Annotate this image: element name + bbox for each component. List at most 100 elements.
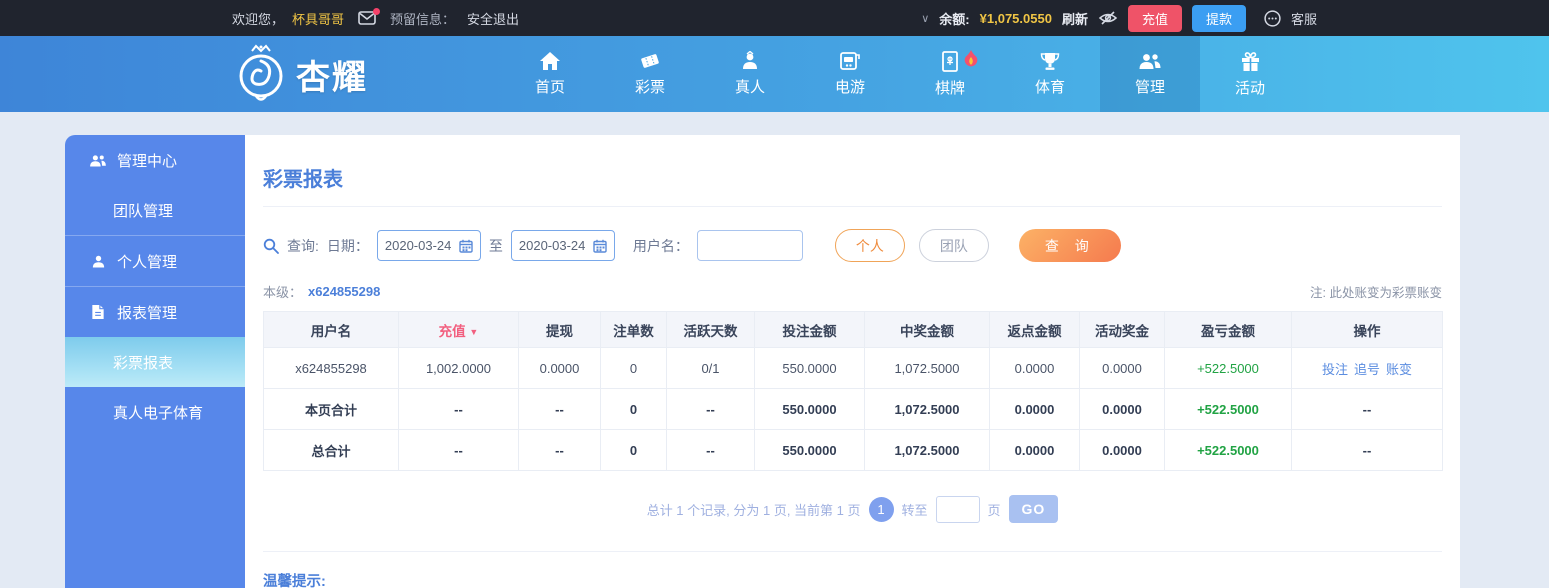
home-icon bbox=[539, 51, 561, 71]
table-row-user: x624855298 1,002.0000 0.0000 0 0/1 550.0… bbox=[263, 347, 1443, 389]
pagination: 总计 1 个记录, 分为 1 页, 当前第 1 页 1 转至 页 GO bbox=[263, 495, 1442, 523]
nav-item-lottery[interactable]: 彩票 bbox=[600, 36, 700, 112]
query-submit-button[interactable]: 查 询 bbox=[1018, 229, 1121, 262]
slot-machine-icon bbox=[839, 51, 861, 71]
goto-label: 转至 bbox=[901, 502, 928, 518]
sort-caret-icon: ▼ bbox=[469, 326, 479, 337]
bottom-divider bbox=[263, 551, 1442, 552]
live-person-icon bbox=[740, 51, 760, 71]
title-divider bbox=[263, 206, 1442, 207]
nav-item-home[interactable]: 首页 bbox=[500, 36, 600, 112]
table-row-page-total: 本页合计 -- -- 0 -- 550.0000 1,072.5000 0.00… bbox=[263, 388, 1443, 430]
eye-slash-icon[interactable] bbox=[1098, 10, 1118, 26]
sidebar-item-manage-center[interactable]: 管理中心 bbox=[65, 135, 245, 185]
col-active-days: 活跃天数 bbox=[666, 311, 755, 348]
calendar-icon[interactable] bbox=[593, 239, 607, 253]
to-label: 至 bbox=[488, 237, 503, 254]
bet-detail-link[interactable]: 投注 bbox=[1322, 362, 1348, 377]
mahjong-icon bbox=[942, 50, 958, 72]
gift-icon bbox=[1240, 51, 1261, 72]
main-nav: 首页 彩票 真人 电游 棋牌 体育 管理 活动 bbox=[500, 36, 1300, 112]
calendar-icon[interactable] bbox=[459, 239, 473, 253]
username-label: 用户名： bbox=[632, 237, 689, 254]
logo-emblem-icon bbox=[232, 43, 290, 105]
nav-item-chess[interactable]: 棋牌 bbox=[900, 36, 1000, 112]
welcome-text: 欢迎您， bbox=[232, 11, 285, 27]
username-input[interactable] bbox=[696, 230, 803, 261]
date-to-input[interactable] bbox=[518, 238, 591, 253]
users-icon bbox=[89, 153, 107, 168]
date-from-input[interactable] bbox=[384, 238, 457, 253]
table-row-grand-total: 总合计 -- -- 0 -- 550.0000 1,072.5000 0.000… bbox=[263, 429, 1443, 471]
query-label: 查询: bbox=[287, 237, 319, 254]
balance-value: ¥1,075.0550 bbox=[979, 10, 1052, 26]
site-logo[interactable]: 杏耀 bbox=[232, 43, 368, 105]
col-bet-amount: 投注金额 bbox=[754, 311, 865, 348]
date-to-box bbox=[510, 230, 615, 261]
customer-service-link[interactable]: 客服 bbox=[1291, 9, 1317, 28]
navbar: 杏耀 首页 彩票 真人 电游 棋牌 体育 管理 活动 bbox=[0, 36, 1549, 112]
search-icon bbox=[263, 238, 279, 254]
personal-filter-button[interactable]: 个人 bbox=[834, 229, 905, 262]
balance-label: 余额: bbox=[939, 11, 970, 27]
reserved-info-label: 预留信息： bbox=[390, 11, 456, 27]
sidebar-item-report-manage[interactable]: 报表管理 bbox=[65, 287, 245, 337]
ticket-icon bbox=[639, 51, 661, 71]
nav-item-manage[interactable]: 管理 bbox=[1100, 36, 1200, 112]
col-win-amount: 中奖金额 bbox=[864, 311, 990, 348]
topbar: 欢迎您， 杯具哥哥 预留信息： 安全退出 ∨ 余额: ¥1,075.0550 刷… bbox=[0, 0, 1549, 36]
mail-badge-dot bbox=[373, 8, 381, 15]
account-note: 注: 此处账变为彩票账变 bbox=[1310, 286, 1442, 300]
date-label: 日期： bbox=[326, 237, 369, 254]
nav-item-live[interactable]: 真人 bbox=[700, 36, 800, 112]
trophy-icon bbox=[1039, 51, 1061, 71]
logo-text: 杏耀 bbox=[296, 58, 368, 97]
sidebar-item-personal-manage[interactable]: 个人管理 bbox=[65, 236, 245, 286]
balance-chevron-icon[interactable]: ∨ bbox=[921, 12, 929, 25]
account-change-link[interactable]: 账变 bbox=[1386, 362, 1412, 377]
sidebar-item-team-manage[interactable]: 团队管理 bbox=[65, 185, 245, 235]
sidebar-item-lottery-report[interactable]: 彩票报表 bbox=[65, 337, 245, 387]
manage-users-icon bbox=[1138, 51, 1162, 71]
page-title: 彩票报表 bbox=[263, 169, 343, 191]
level-username-link[interactable]: x624855298 bbox=[308, 284, 380, 299]
team-filter-button[interactable]: 团队 bbox=[918, 229, 989, 262]
recharge-button[interactable]: 充值 bbox=[1127, 4, 1182, 32]
col-withdraw: 提现 bbox=[518, 311, 601, 348]
chase-number-link[interactable]: 追号 bbox=[1354, 362, 1380, 377]
col-profit-loss: 盈亏金额 bbox=[1164, 311, 1292, 348]
goto-page-input[interactable] bbox=[935, 495, 980, 523]
page-unit-label: 页 bbox=[987, 502, 1001, 518]
row-actions: 投注 追号 账变 bbox=[1291, 347, 1443, 389]
main-area: 管理中心 团队管理 个人管理 报表管理 彩票报表 真人电子体育 彩票报表 查询:… bbox=[0, 112, 1549, 588]
withdraw-button[interactable]: 提款 bbox=[1191, 4, 1246, 32]
nav-item-activity[interactable]: 活动 bbox=[1200, 36, 1300, 112]
go-button[interactable]: GO bbox=[1008, 495, 1059, 523]
sidebar: 管理中心 团队管理 个人管理 报表管理 彩票报表 真人电子体育 bbox=[65, 135, 245, 588]
nav-item-sports[interactable]: 体育 bbox=[1000, 36, 1100, 112]
col-recharge-sortable[interactable]: 充值 ▼ bbox=[398, 311, 519, 348]
pagination-summary: 总计 1 个记录, 分为 1 页, 当前第 1 页 bbox=[646, 502, 861, 518]
report-table: 用户名 充值 ▼ 提现 注单数 活跃天数 投注金额 中奖金额 返点金额 活动奖金… bbox=[263, 311, 1443, 471]
mail-icon[interactable] bbox=[358, 8, 381, 25]
person-icon bbox=[89, 254, 107, 269]
col-username: 用户名 bbox=[263, 311, 399, 348]
page-number-badge[interactable]: 1 bbox=[868, 496, 894, 522]
col-bet-count: 注单数 bbox=[600, 311, 667, 348]
refresh-button[interactable]: 刷新 bbox=[1062, 9, 1088, 28]
table-header-row: 用户名 充值 ▼ 提现 注单数 活跃天数 投注金额 中奖金额 返点金额 活动奖金… bbox=[263, 311, 1443, 348]
col-actions: 操作 bbox=[1291, 311, 1443, 348]
customer-service-icon bbox=[1264, 9, 1281, 27]
level-label: 本级： bbox=[263, 285, 303, 300]
content-card: 彩票报表 查询: 日期： 至 用户名： 个人 团队 查 询 本级： x6 bbox=[245, 135, 1460, 588]
nav-item-egame[interactable]: 电游 bbox=[800, 36, 900, 112]
tips-title: 温馨提示: bbox=[263, 574, 326, 588]
logout-link[interactable]: 安全退出 bbox=[467, 9, 519, 28]
query-bar: 查询: 日期： 至 用户名： 个人 团队 查 询 bbox=[263, 229, 1442, 262]
col-activity-bonus: 活动奖金 bbox=[1079, 311, 1165, 348]
level-row: 本级： x624855298 注: 此处账变为彩票账变 bbox=[263, 282, 1442, 301]
date-from-box bbox=[376, 230, 481, 261]
sidebar-item-live-esports[interactable]: 真人电子体育 bbox=[65, 387, 245, 437]
col-rebate-amount: 返点金额 bbox=[989, 311, 1080, 348]
topbar-username[interactable]: 杯具哥哥 bbox=[292, 9, 344, 28]
